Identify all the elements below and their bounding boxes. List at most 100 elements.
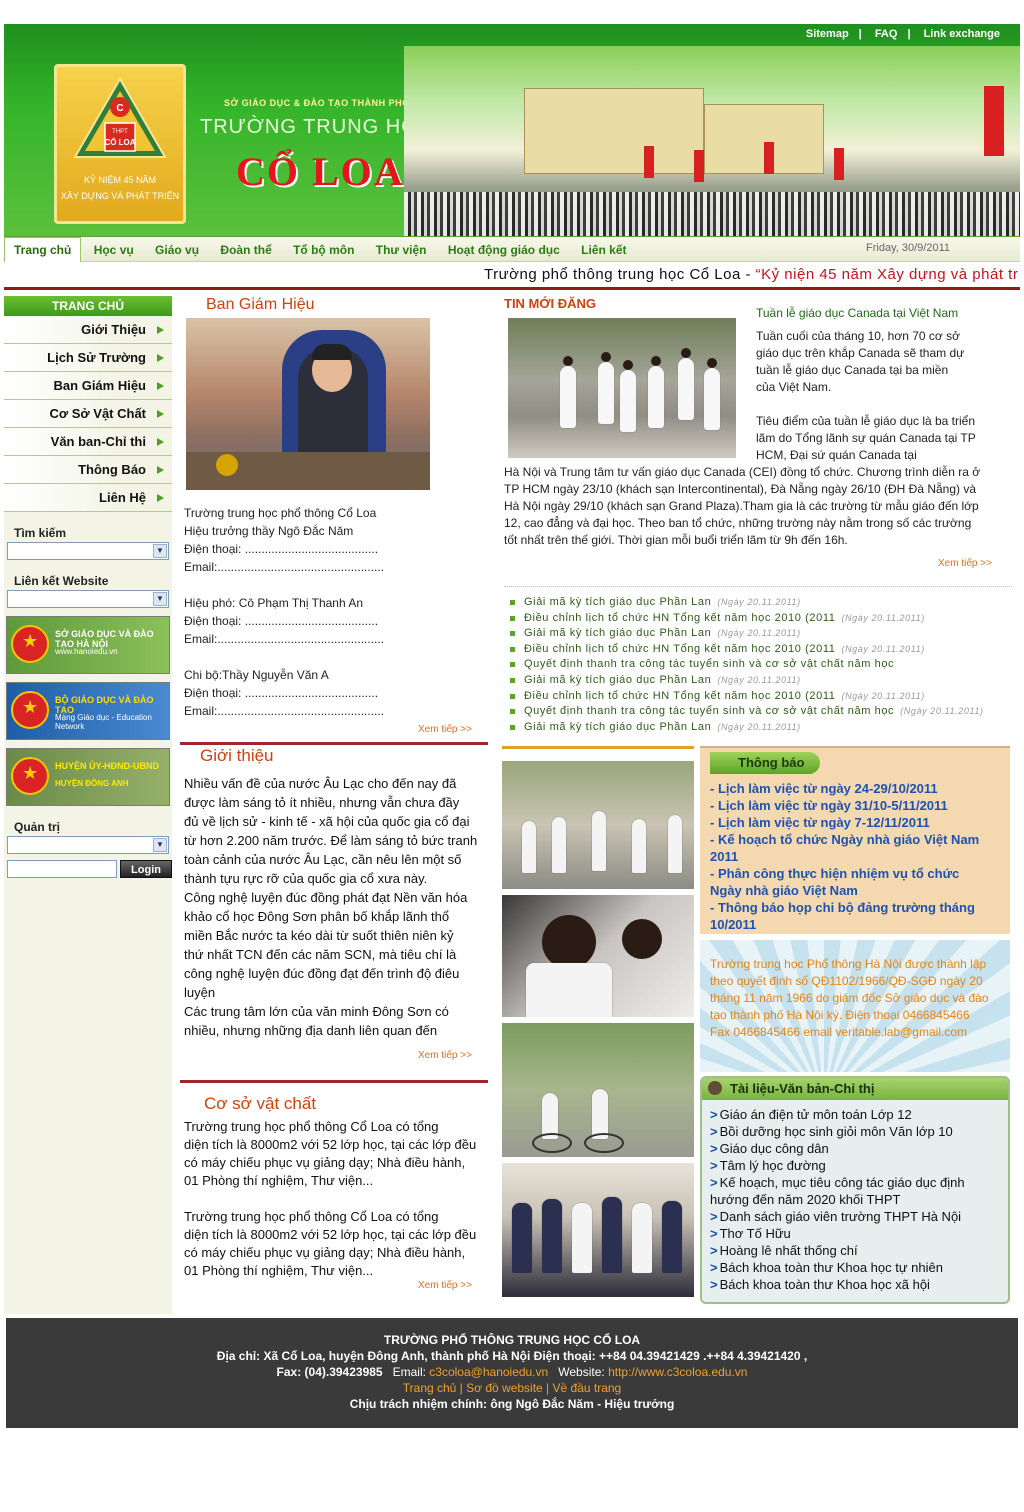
list-item[interactable]: Điều chỉnh lịch tổ chức HN Tổng kết năm … [504,689,1012,705]
list-item[interactable]: Quyết định thanh tra công tác tuyển sinh… [504,657,1012,673]
document-link[interactable]: > Kế hoạch, mục tiêu công tác giáo dục đị… [710,1174,1008,1191]
info-line [184,576,384,594]
nav-home[interactable]: Trang chủ [4,237,82,262]
list-item[interactable]: Giải mã kỳ tích giáo dục Phần Lan (Ngày 2… [504,595,1012,611]
gallery-photo[interactable] [502,1023,694,1157]
arrow-right-icon [157,382,164,390]
sidebar-item-label: Cơ Sở Vật Chất [49,406,147,421]
list-item-title: Giải mã kỳ tích giáo dục Phần Lan [524,720,712,733]
nav-lien-ket[interactable]: Liên kết [572,238,635,262]
banner-subtitle: Mạng Giáo dục - Education Network [55,713,152,731]
login-input[interactable] [7,860,117,878]
text-line: Công nghệ luyện đúc đồng phát đạt Nền vă… [184,890,468,905]
announcement-link[interactable]: 10/2011 [710,916,1006,933]
search-label: Tìm kiếm [14,526,67,540]
list-item[interactable]: Giải mã kỳ tích giáo dục Phần Lan (Ngày 2… [504,720,1012,736]
announcement-link[interactable]: - Thông báo họp chi bộ đảng trường tháng [710,899,1006,916]
gallery-photo[interactable] [502,761,694,889]
nav-to-bo-mon[interactable]: Tổ bộ môn [284,238,363,262]
list-item-date: (Ngày 20.11.2011) [841,690,925,701]
student-figure [526,963,612,1017]
gallery-photo[interactable] [502,895,694,1017]
announcement-link[interactable]: - Lịch làm việc từ ngày 7-12/11/2011 [710,814,1006,831]
announcement-link[interactable]: - Phân công thực hiện nhiệm vụ tổ chức [710,865,1006,882]
document-link[interactable]: > Giáo dục công dân [710,1140,1008,1157]
text-line: Các trung tâm lớn của văn minh Đông Sơn … [184,1004,449,1019]
info-line: Điện thoại: ............................… [184,542,379,556]
text-line: thành tựu rực rỡ của quốc gia cổ xưa này… [184,871,428,886]
announcement-link[interactable]: - Lịch làm việc từ ngày 31/10-5/11/2011 [710,797,1006,814]
text-line: 01 Phòng thí nghiệm, Thư viện... [184,1263,374,1278]
nav-hoat-dong[interactable]: Hoạt động giáo dục [439,238,569,262]
announcement-link[interactable]: - Lịch làm việc từ ngày 24-29/10/2011 [710,780,1006,797]
document-link[interactable]: > Hoàng lê nhất thống chí [710,1242,1008,1259]
nav-doan-the[interactable]: Đoàn thể [211,238,280,262]
sidebar-item-co-so-vat-chat[interactable]: Cơ Sở Vật Chất [4,400,172,428]
facilities-section: Cơ sở vật chất Trường trung học phổ thôn… [180,1094,486,1291]
emblem-icon [11,757,49,795]
document-title: Danh sách giáo viên trường THPT Hà Nội [719,1209,962,1224]
footer-fax: Fax: (04).39423985 [276,1365,383,1379]
announcement-link[interactable]: 2011 [710,848,1006,865]
ticker-quote: “Kỷ niện 45 năm Xây dựng và phát tr [755,266,1019,283]
list-item[interactable]: Điều chỉnh lịch tổ chức HN Tổng kết năm … [504,642,1012,658]
footer-email-link[interactable]: c3coloa@hanoiedu.vn [429,1365,548,1379]
sidebar-item-van-ban[interactable]: Văn ban-Chỉ thi [4,428,172,456]
document-link[interactable]: > Bách khoa toàn thư Khoa học tự nhiên [710,1259,1008,1276]
footer-website-link[interactable]: http://www.c3coloa.edu.vn [608,1365,747,1379]
announcement-list: - Lịch làm việc từ ngày 24-29/10/2011 - … [710,780,1006,933]
announcement-link[interactable]: - Kế hoạch tổ chức Ngày nhà giáo Việt Na… [710,831,1006,848]
info-line: Hiệu trưởng thầy Ngô Đắc Nǎm [184,524,354,538]
document-link[interactable]: > Tâm lý học đường [710,1157,1008,1174]
sidebar-item-thong-bao[interactable]: Thông Báo [4,456,172,484]
list-item[interactable]: Quyết định thanh tra công tác tuyển sinh… [504,704,1012,720]
login-button[interactable]: Login [120,860,172,878]
list-item[interactable]: Điều chỉnh lịch tổ chức HN Tổng kết năm … [504,611,1012,627]
read-more-link[interactable]: Xem tiếp >> [418,1050,472,1061]
student-figure [668,815,682,873]
announcement-link[interactable]: Ngày nhà giáo Việt Nam [710,882,1006,899]
student-head [542,915,596,969]
arrow-right-icon [157,466,164,474]
nav-hoc-vu[interactable]: Học vụ [85,238,143,262]
announcements-box: Thông báo - Lịch làm việc từ ngày 24-29/… [700,746,1010,934]
arrow-right-icon [157,494,164,502]
document-link[interactable]: > Thơ Tố Hữu [710,1225,1008,1242]
school-logo[interactable]: C THPT CỔ LOA KỶ NIỆM 45 NĂM XÂY DỰNG VÀ… [54,64,186,224]
site-header: Sitemap | FAQ | Link exchange C THPT CỔ LO… [4,24,1020,236]
list-item[interactable]: Giải mã kỳ tích giáo dục Phần Lan (Ngày 2… [504,673,1012,689]
nav-thu-vien[interactable]: Thư viện [367,238,436,262]
document-link[interactable]: > Bách khoa toàn thư Khoa học xã hội [710,1276,1008,1293]
news-ticker[interactable]: Trường phổ thông trung học Cổ Loa - “Kỷ … [484,266,1018,283]
arrow-right-icon [157,326,164,334]
nav-giao-vu[interactable]: Giáo vụ [146,238,208,262]
banner-moet[interactable]: BỘ GIÁO DỤC VÀ ĐÀO TẠO Mạng Giáo dục - E… [6,682,170,740]
list-item-date: (Ngày 20.11.2011) [717,628,801,639]
document-link-continued[interactable]: hướng đến năm 2020 khối THPT [710,1191,1008,1208]
info-line: Điện thoại: ............................… [184,614,379,628]
sidebar-item-lich-su[interactable]: Lịch Sử Trường [4,344,172,372]
read-more-link[interactable]: Xem tiếp >> [418,1280,472,1291]
search-select[interactable]: ▼ [7,542,169,560]
faq-link[interactable]: FAQ [875,28,898,40]
sitemap-link[interactable]: Sitemap [806,28,849,40]
banner-hanoi-edu[interactable]: SỞ GIÁO DỤC VÀ ĐÀO TẠO HÀ NỘI www.hanoie… [6,616,170,674]
sidebar-item-gioi-thieu[interactable]: Giới Thiệu [4,316,172,344]
banner-dong-anh[interactable]: HUYỆN ỦY-HĐND-UBND HUYỆN ĐÔNG ANH [6,748,170,806]
sidebar-item-lien-he[interactable]: Liên Hệ [4,484,172,512]
info-line: Trường trung học phổ thông Cổ Loa [184,506,377,520]
document-link[interactable]: > Giáo án điện tử môn toán Lớp 12 [710,1106,1008,1123]
read-more-link[interactable]: Xem tiếp >> [418,724,472,735]
read-more-link[interactable]: Xem tiếp >> [938,558,992,569]
text-line: Hà Nội và Trung tâm tư vấn giáo dục Cana… [504,465,981,479]
list-item[interactable]: Giải mã kỳ tích giáo dục Phần Lan (Ngày 2… [504,626,1012,642]
document-link[interactable]: > Bồi dưỡng học sinh giỏi môn Văn lớp 10 [710,1123,1008,1140]
footer-links[interactable]: Trang chủ | Sơ đồ website | Về đầu trang [6,1380,1018,1396]
admin-select[interactable]: ▼ [7,836,169,854]
gallery-photo[interactable] [502,1163,694,1297]
link-exchange-link[interactable]: Link exchange [924,28,1000,40]
website-links-select[interactable]: ▼ [7,590,169,608]
sidebar-item-ban-giam-hieu[interactable]: Ban Giám Hiệu [4,372,172,400]
document-link[interactable]: > Danh sách giáo viên trường THPT Hà Nội [710,1208,1008,1225]
news-headline[interactable]: Tuần lễ giáo dục Canada tại Việt Nam [756,306,958,320]
